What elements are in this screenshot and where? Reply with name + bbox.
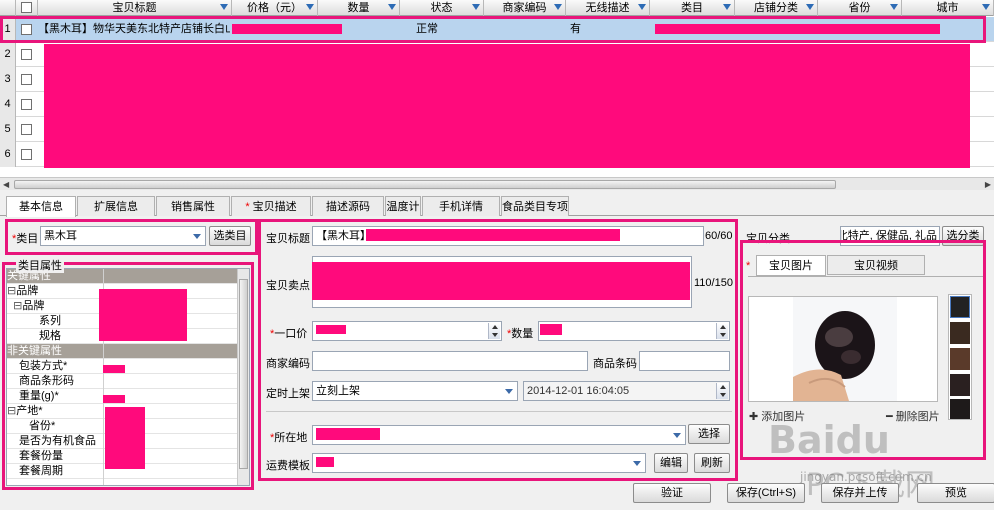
- category-highlight-frame: [5, 219, 258, 255]
- form-highlight-frame: [258, 219, 738, 481]
- tab-source-code[interactable]: 描述源码: [312, 196, 384, 216]
- filter-icon[interactable]: [388, 4, 396, 10]
- col-title[interactable]: 宝贝标题: [38, 0, 232, 16]
- row-highlight-frame: [0, 16, 986, 43]
- filter-icon[interactable]: [806, 4, 814, 10]
- scroll-right-icon[interactable]: ▶: [985, 180, 991, 189]
- tab-basic-info[interactable]: 基本信息: [6, 196, 76, 217]
- col-category[interactable]: 类目: [650, 0, 735, 16]
- filter-icon[interactable]: [306, 4, 314, 10]
- grid-header: 宝贝标题 价格（元） 数量 状态 商家编码 无线描述 类目 店铺分类 省份 城市: [0, 0, 994, 16]
- row-number: 3: [0, 67, 16, 92]
- col-wireless[interactable]: 无线描述: [566, 0, 650, 16]
- col-city[interactable]: 城市: [902, 0, 994, 16]
- props-highlight-frame: [2, 262, 254, 490]
- col-province[interactable]: 省份: [818, 0, 902, 16]
- row-checkbox[interactable]: [21, 74, 32, 85]
- tab-thermometer[interactable]: 温度计: [385, 196, 421, 216]
- scroll-left-icon[interactable]: ◀: [3, 180, 9, 189]
- row-checkbox[interactable]: [21, 99, 32, 110]
- watermark-url: jingyan.pcsoft.com.cn: [800, 470, 932, 484]
- col-price[interactable]: 价格（元）: [232, 0, 318, 16]
- redaction: [44, 44, 970, 168]
- tab-description[interactable]: * 宝贝描述: [231, 196, 311, 216]
- col-status[interactable]: 状态: [400, 0, 484, 16]
- row-checkbox[interactable]: [21, 49, 32, 60]
- tab-food-category[interactable]: 食品类目专项: [501, 196, 569, 216]
- tab-sales-attributes[interactable]: 销售属性: [156, 196, 230, 216]
- filter-icon[interactable]: [554, 4, 562, 10]
- tab-mobile-details[interactable]: 手机详情: [422, 196, 500, 216]
- verify-button[interactable]: 验证: [633, 483, 711, 503]
- item-grid: 宝贝标题 价格（元） 数量 状态 商家编码 无线描述 类目 店铺分类 省份 城市…: [0, 0, 994, 178]
- row-checkbox[interactable]: [21, 124, 32, 135]
- filter-icon[interactable]: [472, 4, 480, 10]
- select-all-cell[interactable]: [16, 0, 38, 16]
- grid-horizontal-scrollbar[interactable]: ◀ ▶: [0, 177, 994, 190]
- row-number: 6: [0, 142, 16, 167]
- save-upload-button[interactable]: 保存并上传: [821, 483, 899, 503]
- preview-button[interactable]: 预览: [917, 483, 994, 503]
- grid-corner: [0, 0, 16, 16]
- row-checkbox[interactable]: [21, 149, 32, 160]
- props-group-label: 类目属性: [16, 257, 64, 273]
- scrollbar-thumb[interactable]: [14, 180, 836, 189]
- watermark-brand: Baidu: [768, 418, 890, 462]
- filter-icon[interactable]: [982, 4, 990, 10]
- row-number: 4: [0, 92, 16, 117]
- col-quantity[interactable]: 数量: [318, 0, 400, 16]
- filter-icon[interactable]: [890, 4, 898, 10]
- select-all-checkbox[interactable]: [21, 2, 32, 13]
- detail-tabs: 基本信息 扩展信息 销售属性 * 宝贝描述 描述源码 温度计 手机详情 食品类目…: [0, 196, 994, 217]
- col-shop-category[interactable]: 店铺分类: [735, 0, 818, 16]
- row-number: 5: [0, 117, 16, 142]
- filter-icon[interactable]: [723, 4, 731, 10]
- filter-icon[interactable]: [220, 4, 228, 10]
- row-number: 2: [0, 42, 16, 67]
- required-mark: *: [245, 201, 253, 213]
- filter-icon[interactable]: [638, 4, 646, 10]
- col-merchant-code[interactable]: 商家编码: [484, 0, 566, 16]
- save-button[interactable]: 保存(Ctrl+S): [727, 483, 805, 503]
- tab-extended-info[interactable]: 扩展信息: [77, 196, 155, 216]
